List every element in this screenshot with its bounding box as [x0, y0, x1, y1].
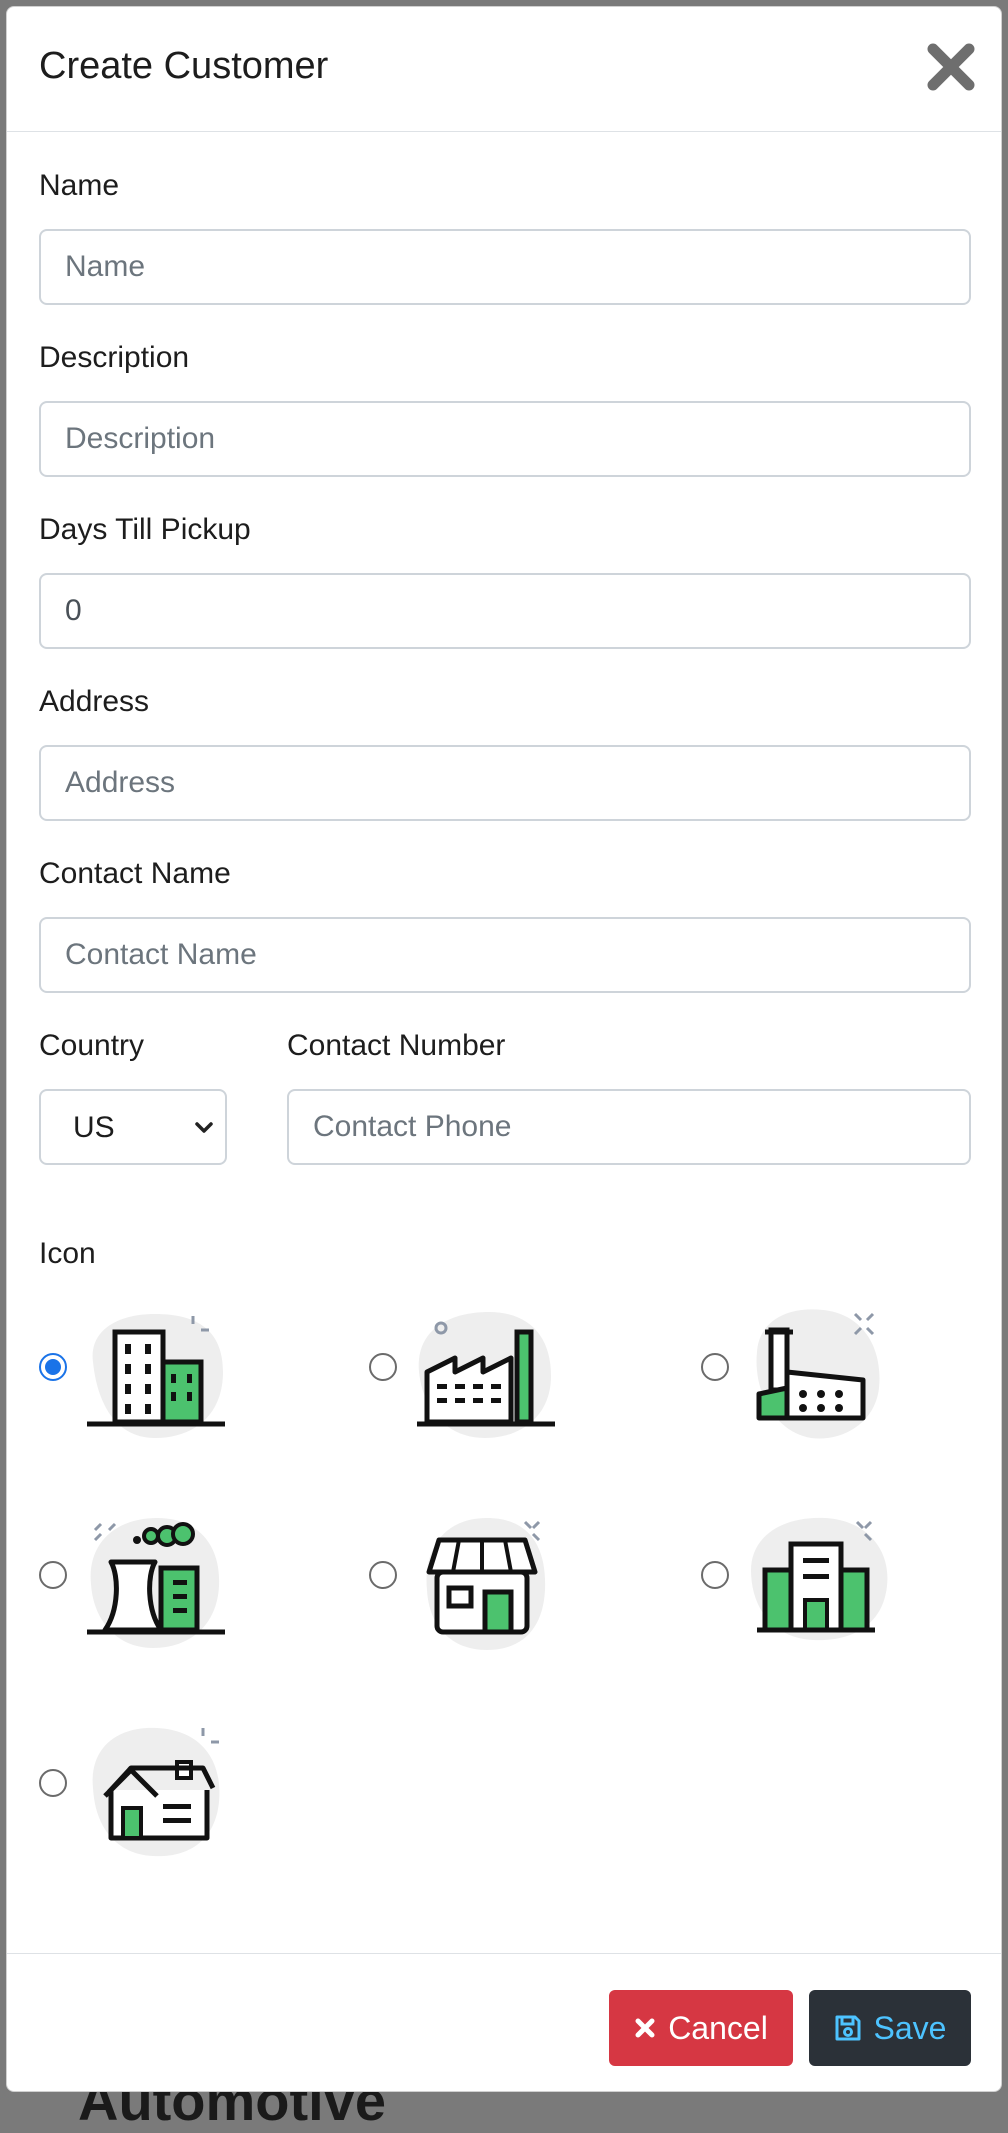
close-button[interactable] [921, 37, 981, 97]
save-button-label: Save [873, 2009, 947, 2046]
country-label: Country [39, 1029, 145, 1062]
icon-radio-warehouse-building[interactable] [701, 1561, 729, 1589]
factory-chimney-icon [417, 1312, 555, 1438]
icon-radio-power-plant[interactable] [39, 1561, 67, 1589]
description-input[interactable] [39, 401, 971, 477]
icon-option-warehouse-building[interactable] [737, 1500, 897, 1660]
icon-option-industrial-plant[interactable] [737, 1292, 897, 1452]
icon-label: Icon [39, 1237, 96, 1270]
icon-radio-house[interactable] [39, 1769, 67, 1797]
cancel-button[interactable]: Cancel [609, 1990, 793, 2066]
name-input[interactable] [39, 229, 971, 305]
warehouse-building-icon [751, 1517, 888, 1641]
contact-name-input[interactable] [39, 917, 971, 993]
address-input[interactable] [39, 745, 971, 821]
save-button[interactable]: Save [809, 1990, 971, 2066]
cancel-button-label: Cancel [668, 2009, 768, 2046]
address-label: Address [39, 685, 150, 718]
icon-option-office-building[interactable] [75, 1292, 235, 1452]
icon-option-factory-chimney[interactable] [405, 1292, 565, 1452]
country-select[interactable]: US [39, 1089, 227, 1165]
icon-radio-storefront[interactable] [369, 1561, 397, 1589]
storefront-icon [426, 1518, 546, 1650]
chevron-down-icon [195, 1122, 213, 1133]
icon-radio-office-building[interactable] [39, 1353, 67, 1381]
modal-footer: Cancel Save [7, 1953, 1001, 2091]
icon-option-storefront[interactable] [405, 1500, 565, 1660]
contact-name-label: Contact Name [39, 857, 231, 890]
days-till-pickup-input[interactable] [39, 573, 971, 649]
country-selected-value: US [73, 1111, 115, 1144]
modal-title: Create Customer [39, 45, 329, 87]
contact-number-label: Contact Number [287, 1029, 506, 1062]
close-icon [927, 43, 975, 91]
office-building-icon [87, 1314, 225, 1438]
description-label: Description [39, 341, 190, 374]
house-icon [92, 1727, 220, 1857]
name-label: Name [39, 169, 120, 202]
contact-number-input[interactable] [287, 1089, 971, 1165]
icon-option-power-plant[interactable] [75, 1500, 235, 1660]
days-till-pickup-label: Days Till Pickup [39, 513, 251, 546]
floppy-disk-icon [835, 2015, 861, 2041]
icon-radio-factory-chimney[interactable] [369, 1353, 397, 1381]
modal-header: Create Customer [7, 7, 1001, 132]
create-customer-modal: Create Customer Name Description Days Ti… [6, 6, 1002, 2092]
icon-radio-industrial-plant[interactable] [701, 1353, 729, 1381]
times-icon [635, 2018, 655, 2038]
icon-option-house[interactable] [75, 1708, 235, 1868]
industrial-plant-icon [756, 1309, 880, 1439]
power-plant-icon [87, 1518, 225, 1648]
